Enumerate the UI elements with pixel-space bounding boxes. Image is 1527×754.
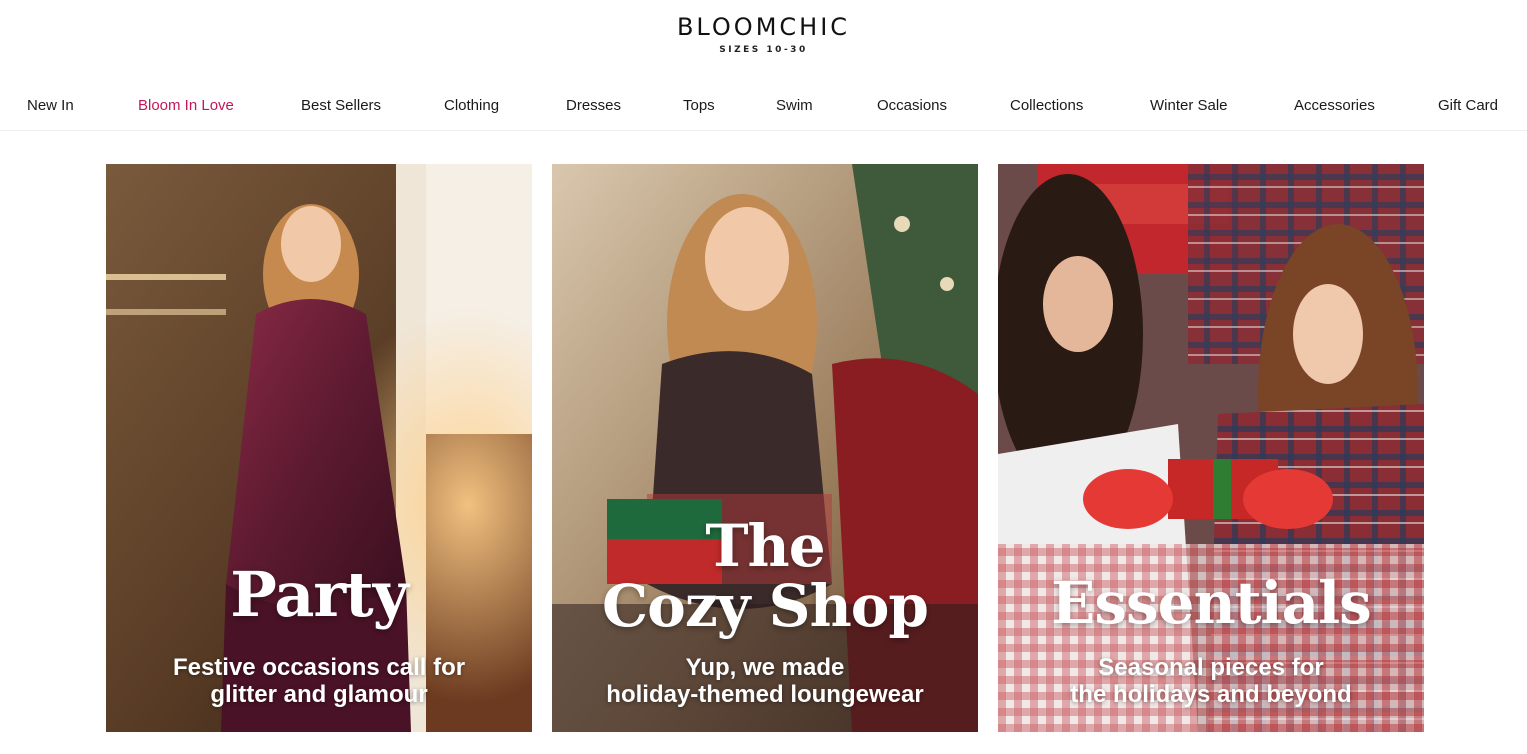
site-header: BLOOMCHIC SIZES 10-30: [0, 0, 1527, 78]
nav-item-gift-card[interactable]: Gift Card: [1438, 97, 1498, 114]
brand-logo[interactable]: BLOOMCHIC SIZES 10-30: [0, 13, 1527, 55]
tile-title-line: The: [705, 512, 825, 580]
nav-item-dresses[interactable]: Dresses: [566, 97, 621, 114]
cozy-shop-tile-image: [552, 164, 978, 732]
tile-subtitle: Seasonal pieces for the holidays and bey…: [998, 654, 1424, 708]
brand-tagline: SIZES 10-30: [719, 45, 808, 55]
nav-item-new-in[interactable]: New In: [27, 97, 74, 114]
tile-subtitle-line: holiday-themed loungewear: [606, 681, 924, 708]
promo-tile-essentials[interactable]: Essentials Seasonal pieces for the holid…: [998, 164, 1424, 732]
nav-item-clothing[interactable]: Clothing: [444, 97, 499, 114]
tile-subtitle-line: Yup, we made: [685, 654, 845, 681]
tile-subtitle-line: glitter and glamour: [210, 681, 428, 708]
main-nav: New In Bloom In Love Best Sellers Clothi…: [0, 88, 1527, 131]
promo-tile-cozy-shop[interactable]: The Cozy Shop Yup, we made holiday-theme…: [552, 164, 978, 732]
party-tile-image: [106, 164, 532, 732]
promo-tile-party[interactable]: Party Festive occasions call for glitter…: [106, 164, 532, 732]
tile-title-line: Party: [230, 558, 408, 631]
tile-subtitle: Festive occasions call for glitter and g…: [106, 654, 532, 708]
tile-title-line: Cozy Shop: [602, 572, 929, 640]
brand-name[interactable]: BLOOMCHIC: [0, 13, 1527, 41]
tile-title-line: Essentials: [1051, 569, 1372, 637]
tile-subtitle-line: Festive occasions call for: [172, 654, 466, 681]
tile-subtitle: Yup, we made holiday-themed loungewear: [552, 654, 978, 708]
tile-title: Essentials: [998, 572, 1424, 634]
nav-item-bloom-in-love[interactable]: Bloom In Love: [138, 97, 234, 114]
nav-item-best-sellers[interactable]: Best Sellers: [301, 97, 381, 114]
tile-title: The Cozy Shop: [552, 516, 978, 636]
nav-item-swim[interactable]: Swim: [776, 97, 813, 114]
nav-item-winter-sale[interactable]: Winter Sale: [1150, 97, 1228, 114]
essentials-tile-image: [998, 164, 1424, 732]
promo-tiles: Party Festive occasions call for glitter…: [106, 164, 1424, 732]
nav-item-collections[interactable]: Collections: [1010, 97, 1083, 114]
tile-subtitle-line: Seasonal pieces for: [1098, 654, 1324, 681]
nav-item-tops[interactable]: Tops: [683, 97, 715, 114]
tile-title: Party: [106, 562, 532, 628]
tile-subtitle-line: the holidays and beyond: [1070, 681, 1352, 708]
nav-item-occasions[interactable]: Occasions: [877, 97, 947, 114]
nav-item-accessories[interactable]: Accessories: [1294, 97, 1375, 114]
